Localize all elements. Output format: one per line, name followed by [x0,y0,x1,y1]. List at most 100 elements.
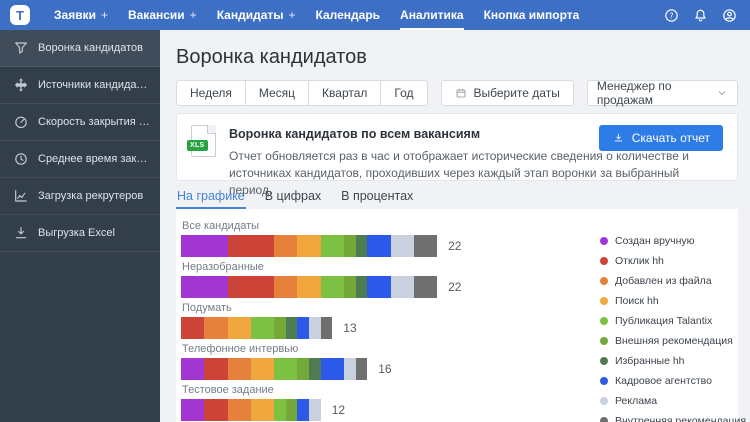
bar-segment [250,358,275,380]
bar-segment [297,358,310,380]
chart-bar-line: 22 [181,235,600,257]
stacked-bar [181,358,368,380]
bar-segment [274,358,298,380]
legend-label: Публикация Talantix [615,315,713,327]
talantix-logo-icon[interactable]: T [10,5,30,25]
nav-item-3[interactable]: Кандидаты + [207,0,306,30]
manager-select[interactable]: Менеджер по продажам [586,79,738,107]
download-icon [612,132,625,145]
chevron-down-icon [716,87,728,99]
chart-row-label: Подумать [182,302,232,314]
legend-label: Создан вручную [615,235,695,247]
legend-item: Внешняя рекомендация [600,331,733,351]
bar-segment [320,235,345,257]
line-chart-icon [13,188,29,204]
download-report-button[interactable]: Скачать отчет [598,125,723,151]
plus-icon[interactable]: + [190,8,197,22]
bar-segment [355,358,368,380]
filter-bar: Неделя Месяц Квартал Год Выберите даты Мене… [176,79,738,107]
bar-segment [308,399,321,421]
bar-value: 16 [378,362,392,376]
legend-dot-icon [600,257,608,265]
sidebar-item-label: Источники кандидатов [38,79,150,91]
legend-item: Кадровое агентство [600,371,728,391]
bar-segment [355,235,368,257]
period-button-4[interactable]: Год [381,80,428,106]
nav-item-2[interactable]: Вакансии + [118,0,207,30]
plus-icon[interactable]: + [289,8,296,22]
legend-dot-icon [600,377,608,385]
bar-segment [274,276,298,298]
bar-segment [297,276,321,298]
chart-row: Все кандидаты 22 [181,221,600,257]
bar-segment [355,276,368,298]
move-icon [13,77,29,93]
bar-segment [297,317,309,339]
legend-item: Создан вручную [600,231,728,251]
xls-badge: XLS [187,140,208,151]
legend-label: Поиск hh [615,295,659,307]
clock-icon [13,151,29,167]
bar-segment [367,235,391,257]
legend-item: Публикация Talantix [600,311,728,331]
bar-segment [308,317,321,339]
sidebar: Воронка кандидатов Источники кандидатов Ск… [0,30,160,422]
nav-item-1[interactable]: Заявки + [44,0,118,30]
period-button-2[interactable]: Месяц [245,80,310,106]
bar-segment [181,317,205,339]
legend-dot-icon [600,317,608,325]
main-menu: Заявки + Вакансии + Кандидаты + Календарь Анали… [44,0,589,30]
bar-segment [227,358,251,380]
manager-select-value: Менеджер по продажам [596,79,672,107]
bar-segment [250,317,275,339]
nav-item-6[interactable]: Кнопка импорта [474,0,590,30]
bell-icon[interactable] [692,7,709,24]
sidebar-item-1[interactable]: Воронка кандидатов [0,30,160,67]
nav-item-4[interactable]: Календарь [306,0,391,30]
sidebar-item-4[interactable]: Среднее время закрытия в... [0,141,160,178]
sidebar-item-6[interactable]: Выгрузка Excel [0,215,160,252]
sidebar-item-2[interactable]: Источники кандидатов [0,67,160,104]
plus-icon[interactable]: + [101,8,108,22]
calendar-icon [455,87,467,99]
chart-row: Телефонное интервью 16 [181,344,600,380]
svg-text:?: ? [669,11,673,20]
chart-row: Тестовое задание 12 [181,385,600,421]
top-navbar: T Заявки + Вакансии + Кандидаты + Календарь Ана… [0,0,750,30]
legend-item: Внутренняя рекомендация [600,411,746,422]
period-button-3[interactable]: Квартал [309,80,382,106]
nav-item-5[interactable]: Аналитика [390,0,474,30]
chart-row-label: Все кандидаты [182,220,260,232]
bar-segment [204,399,228,421]
bar-segment [181,358,205,380]
legend-item: Реклама [600,391,728,411]
legend-label: Внешняя рекомендация [615,335,733,347]
profile-icon[interactable] [721,7,738,24]
legend-label: Добавлен из файла [615,275,712,287]
stacked-bar [181,399,321,421]
choose-dates-button[interactable]: Выберите даты [440,80,574,106]
report-card-description: Отчет обновляется раз в час и отображает… [229,149,690,197]
bar-value: 13 [343,321,357,335]
period-button-1[interactable]: Неделя [176,80,246,106]
nav-item-label: Кнопка импорта [483,8,580,22]
bar-segment [297,235,321,257]
report-card: XLS Воронка кандидатов по всем вакансиям… [176,113,738,197]
chart-row-label: Телефонное интервью [182,343,299,355]
stacked-bar [181,317,333,339]
bar-segment [297,399,309,421]
sidebar-item-label: Скорость закрытия вакансий [38,116,150,128]
nav-item-label: Вакансии [127,8,185,22]
bar-segment [227,235,275,257]
period-button-group: Неделя Месяц Квартал Год [176,80,428,106]
sidebar-item-5[interactable]: Загрузка рекрутеров [0,178,160,215]
sidebar-item-3[interactable]: Скорость закрытия вакансий [0,104,160,141]
legend-dot-icon [600,237,608,245]
chart-panel: Все кандидаты 22 Неразобранные 22 Подумать 13… [176,209,746,422]
legend-label: Внутренняя рекомендация [615,415,747,422]
chart-bar-line: 13 [181,317,600,339]
navbar-icons: ? [663,7,742,24]
funnel-chart: Все кандидаты 22 Неразобранные 22 Подумать 13… [181,221,600,422]
legend-item: Добавлен из файла [600,271,728,291]
help-icon[interactable]: ? [663,7,680,24]
